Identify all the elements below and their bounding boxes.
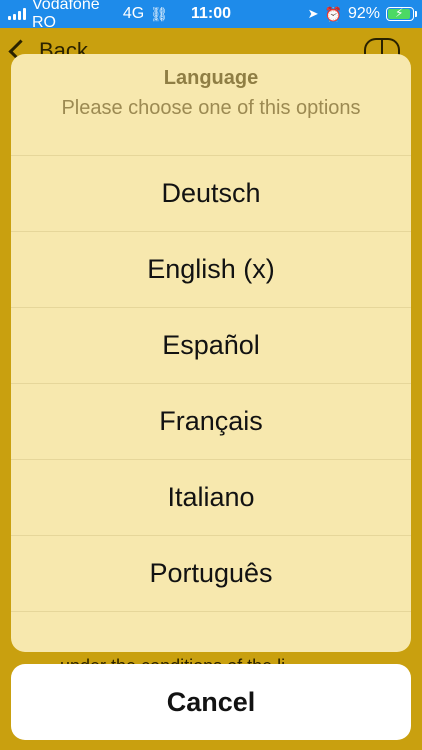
signal-icon (8, 8, 26, 20)
sheet-header: Language Please choose one of this optio… (11, 54, 411, 156)
cancel-button[interactable]: Cancel (11, 664, 411, 740)
language-action-sheet: Language Please choose one of this optio… (11, 54, 411, 652)
charging-bolt-icon: ⚡ (395, 6, 404, 20)
option-english[interactable]: English (x) (11, 232, 411, 308)
option-russian[interactable]: Русский (11, 612, 411, 652)
sheet-title: Language (163, 67, 259, 89)
option-francais[interactable]: Français (11, 384, 411, 460)
option-deutsch[interactable]: Deutsch (11, 156, 411, 232)
link-icon: ⛓ (150, 5, 168, 22)
network-type: 4G (122, 5, 145, 22)
sheet-message: Please choose one of this options (61, 97, 361, 119)
option-portugues[interactable]: Português (11, 536, 411, 612)
status-bar: Vodafone RO 4G ⛓ 11:00 ➤ ⏰ 92% ⚡ (0, 0, 422, 31)
battery-percent: 92% (347, 5, 380, 22)
option-espanol[interactable]: Español (11, 308, 411, 384)
status-right: ➤ ⏰ 92% ⚡ (307, 5, 417, 23)
battery-icon: ⚡ (386, 6, 417, 21)
location-icon: ➤ (307, 6, 319, 21)
alarm-icon: ⏰ (324, 5, 342, 22)
battery-tip (415, 11, 417, 17)
option-italiano[interactable]: Italiano (11, 460, 411, 536)
